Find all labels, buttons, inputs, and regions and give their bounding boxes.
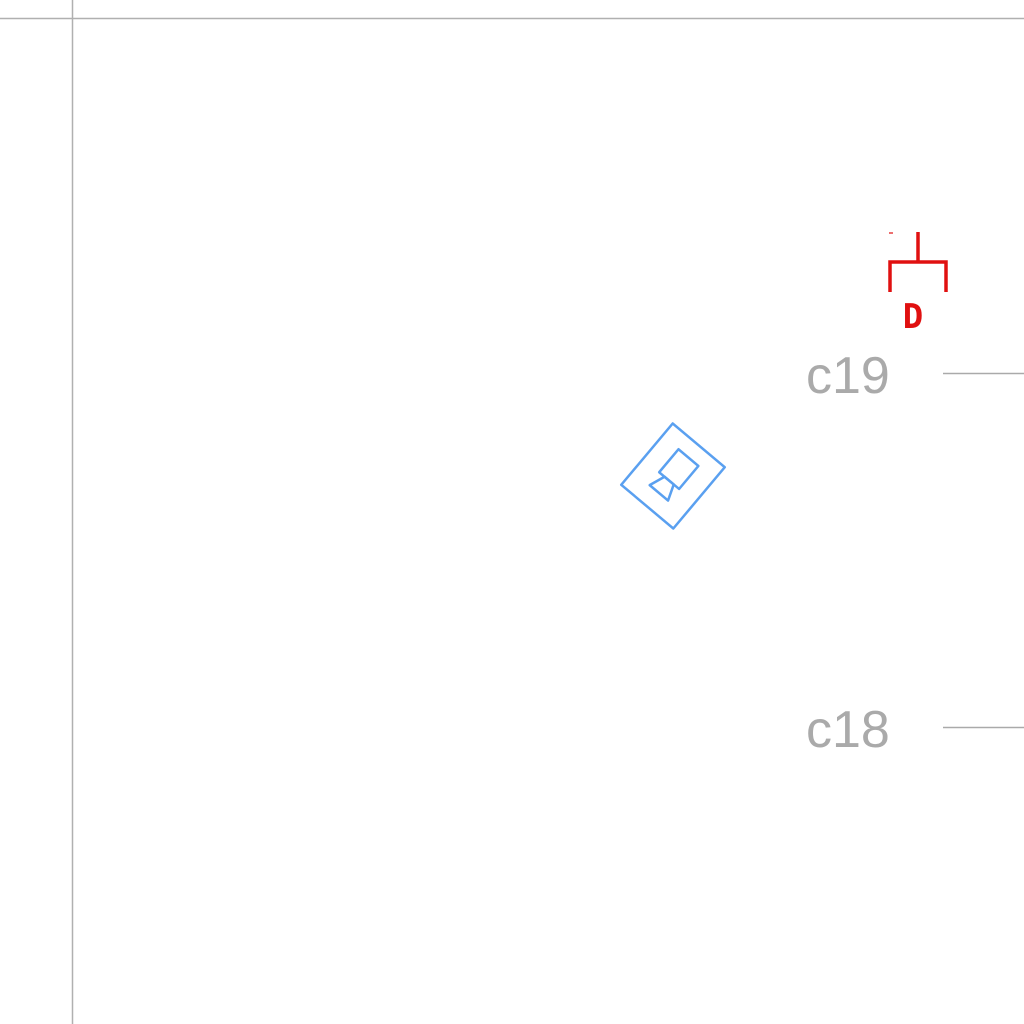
camera-device-lens <box>648 475 675 502</box>
row-c18: c18 <box>806 701 1024 759</box>
distribution-symbol[interactable]: D <box>888 232 948 337</box>
floor-plan-canvas: c19 c18 D <box>0 0 1024 1024</box>
row-c19: c19 <box>806 347 1024 405</box>
camera-device-body <box>657 448 700 491</box>
distribution-bracket-icon <box>888 232 948 292</box>
camera-device-outer-frame <box>619 422 727 530</box>
row-label-c19: c19 <box>806 347 890 405</box>
row-label-c18: c18 <box>806 701 890 759</box>
camera-device-icon[interactable] <box>619 422 727 530</box>
distribution-symbol-letter: D <box>903 297 923 337</box>
